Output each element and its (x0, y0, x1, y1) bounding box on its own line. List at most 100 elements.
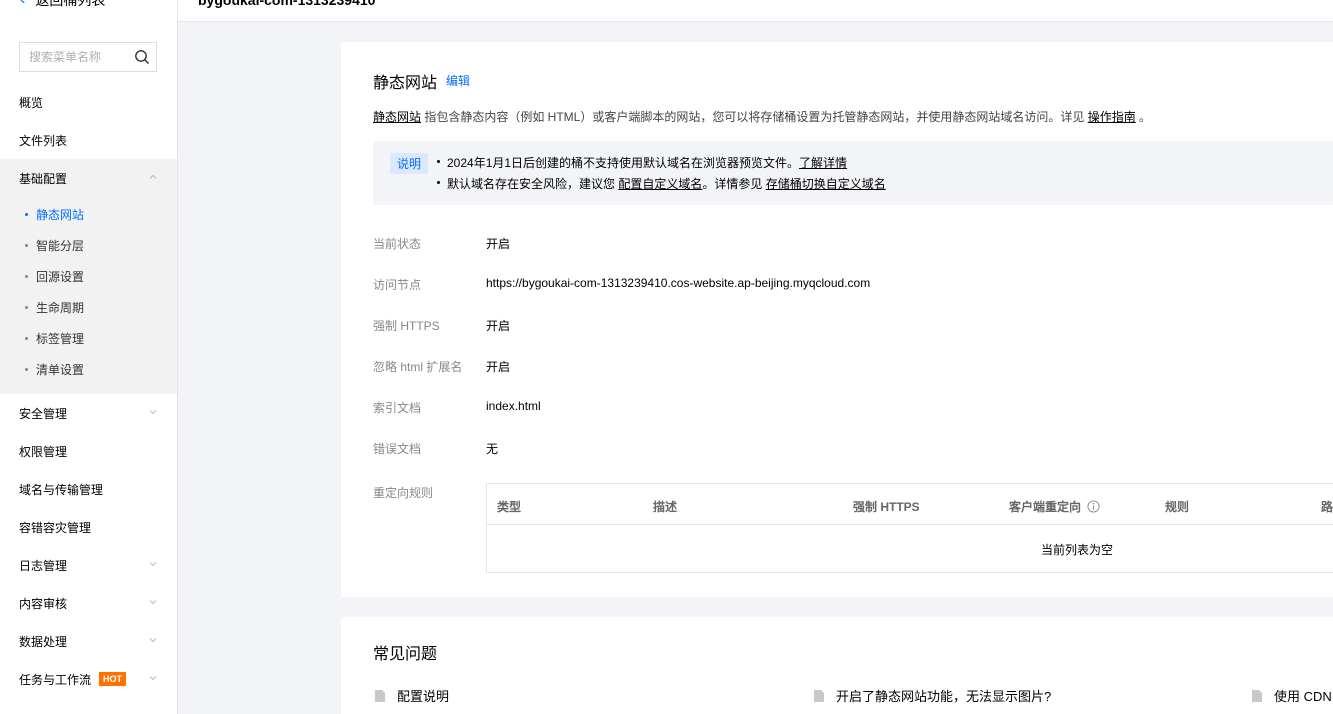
chevron-down-icon (149, 600, 157, 605)
operation-guide-link[interactable]: 操作指南 (1088, 110, 1136, 124)
configure-custom-domain-link[interactable]: 配置自定义域名 (618, 177, 702, 191)
chevron-down-icon (149, 676, 157, 681)
sidebar-subitem-inventory-settings[interactable]: 清单设置 (0, 354, 177, 385)
info-icon[interactable] (1087, 500, 1100, 513)
chevron-down-icon (149, 562, 157, 567)
back-to-bucket-list-link[interactable]: ‹ 返回桶列表 (20, 0, 105, 12)
bullet-dot (25, 306, 28, 309)
column-header: 强制 HTTPS (853, 500, 920, 514)
search-icon[interactable] (134, 49, 150, 65)
endpoint-value: https://bygoukai-com-1313239410.cos-webs… (486, 276, 871, 290)
table-header: 类型 描述 强制 HTTPS 客户端重定向 规则 路 (487, 484, 1333, 525)
sidebar-item-label: 基础配置 (19, 171, 68, 186)
index-document-value: index.html (486, 399, 541, 413)
sidebar-item-label: 数据处理 (19, 634, 68, 649)
sidebar-item-file-list[interactable]: 文件列表 (0, 121, 177, 159)
sidebar-item-label: 日志管理 (19, 558, 68, 573)
faq-item[interactable]: 开启了静态网站功能，无法显示图片? (814, 686, 1051, 705)
sidebar-item-fault-tolerance[interactable]: 容错容灾管理 (0, 508, 177, 546)
bullet-dot (25, 368, 28, 371)
column-header: 客户端重定向 (1009, 498, 1100, 515)
sidebar-subitem-label: 清单设置 (36, 363, 85, 377)
learn-more-link[interactable]: 了解详情 (799, 156, 847, 170)
sidebar-item-label: 内容审核 (19, 596, 68, 611)
edit-link[interactable]: 编辑 (446, 72, 470, 89)
faq-title: 常见问题 (373, 646, 438, 663)
sidebar-item-label: 权限管理 (19, 444, 68, 459)
bullet-dot (25, 275, 28, 278)
sidebar: ‹ 返回桶列表 概览 文件列表 基础配置 静态网站 智能分层 回源设置 生命周期… (0, 0, 178, 714)
sidebar-item-content-moderation[interactable]: 内容审核 (0, 584, 177, 622)
sidebar-item-label: 任务与工作流 (19, 672, 92, 687)
sidebar-item-log-management[interactable]: 日志管理 (0, 546, 177, 584)
back-label: 返回桶列表 (35, 0, 106, 8)
faq-item-label: 开启了静态网站功能，无法显示图片? (836, 689, 1052, 704)
column-header-label: 客户端重定向 (1009, 500, 1082, 514)
empty-state: 当前列表为空 (1040, 543, 1113, 557)
sidebar-subitem-static-website[interactable]: 静态网站 (0, 199, 177, 230)
field-label: 当前状态 (373, 237, 422, 251)
ignore-html-ext-value: 开启 (486, 360, 511, 374)
sidebar-subitem-lifecycle[interactable]: 生命周期 (0, 292, 177, 323)
section-description: 静态网站 指包含静态内容（例如 HTML）或客户端脚本的网站，您可以将存储桶设置… (373, 108, 1151, 125)
column-header: 规则 (1165, 500, 1190, 514)
chevron-up-icon (149, 174, 157, 179)
description-text: 指包含静态内容（例如 HTML）或客户端脚本的网站，您可以将存储桶设置为托管静态… (421, 110, 1088, 124)
menu-search-box (19, 42, 157, 72)
bucket-title: bygoukai-com-1313239410 (198, 0, 376, 8)
field-label: 强制 HTTPS (373, 319, 440, 333)
redirect-rules-table: 类型 描述 强制 HTTPS 客户端重定向 规则 路 当前列表为空 (486, 483, 1333, 573)
switch-custom-domain-link[interactable]: 存储桶切换自定义域名 (766, 177, 886, 191)
field-label: 忽略 html 扩展名 (373, 360, 463, 374)
menu-search-input[interactable] (20, 43, 126, 71)
column-header: 类型 (497, 500, 522, 514)
sidebar-subitem-label: 静态网站 (36, 208, 85, 222)
sidebar-subitem-origin-settings[interactable]: 回源设置 (0, 261, 177, 292)
faq-item-label: 使用 CDN (1274, 689, 1332, 704)
field-label: 访问节点 (373, 278, 422, 292)
document-icon (375, 689, 385, 702)
document-icon (1252, 689, 1262, 702)
bullet-dot (437, 160, 440, 164)
chevron-down-icon (149, 410, 157, 415)
static-website-doc-link[interactable]: 静态网站 (373, 110, 421, 124)
chevron-left-icon: ‹ (20, 0, 25, 9)
sidebar-item-label: 域名与传输管理 (19, 482, 104, 497)
bullet-dot (25, 213, 28, 216)
sidebar-item-label: 安全管理 (19, 406, 68, 421)
sidebar-item-overview[interactable]: 概览 (0, 83, 177, 121)
sidebar-item-permissions[interactable]: 权限管理 (0, 432, 177, 470)
sidebar-item-security[interactable]: 安全管理 (0, 394, 177, 432)
hot-badge: HOT (99, 672, 127, 686)
section-title: 静态网站 (373, 75, 438, 92)
column-header: 路 (1321, 500, 1333, 514)
sidebar-item-basic-config[interactable]: 基础配置 (0, 159, 177, 197)
faq-item[interactable]: 配置说明 (375, 686, 449, 705)
notice-text: 2024年1月1日后创建的桶不支持使用默认域名在浏览器预览文件。 (447, 156, 800, 170)
sidebar-item-label: 概览 (19, 95, 44, 110)
sidebar-subitem-label: 标签管理 (36, 332, 85, 346)
faq-item-label: 配置说明 (397, 689, 450, 704)
chevron-down-icon (149, 638, 157, 643)
notice-line-2: 默认域名存在安全风险，建议您 配置自定义域名。详情参见 存储桶切换自定义域名 (437, 175, 886, 192)
sidebar-subitem-tag-management[interactable]: 标签管理 (0, 323, 177, 354)
notice-text: 。详情参见 (702, 177, 766, 191)
notice-box: 说明 2024年1月1日后创建的桶不支持使用默认域名在浏览器预览文件。了解详情 … (373, 141, 1333, 205)
sidebar-item-tasks-workflows[interactable]: 任务与工作流 HOT (0, 660, 177, 698)
notice-tag: 说明 (390, 153, 429, 174)
field-label: 重定向规则 (373, 486, 434, 500)
sidebar-subitem-label: 回源设置 (36, 270, 85, 284)
page-header: bygoukai-com-1313239410 (178, 0, 1333, 22)
sidebar-item-data-processing[interactable]: 数据处理 (0, 622, 177, 660)
bullet-dot (25, 244, 28, 247)
faq-item[interactable]: 使用 CDN (1252, 686, 1332, 705)
description-end: 。 (1135, 110, 1152, 124)
sidebar-item-label: 容错容灾管理 (19, 520, 92, 535)
sidebar-subitem-intelligent-tiering[interactable]: 智能分层 (0, 230, 177, 261)
sidebar-item-domain-transfer[interactable]: 域名与传输管理 (0, 470, 177, 508)
bullet-dot (437, 181, 440, 185)
sidebar-item-label: 文件列表 (19, 133, 68, 148)
force-https-value: 开启 (486, 319, 511, 333)
field-label: 索引文档 (373, 401, 422, 415)
sidebar-subitem-label: 生命周期 (36, 301, 85, 315)
